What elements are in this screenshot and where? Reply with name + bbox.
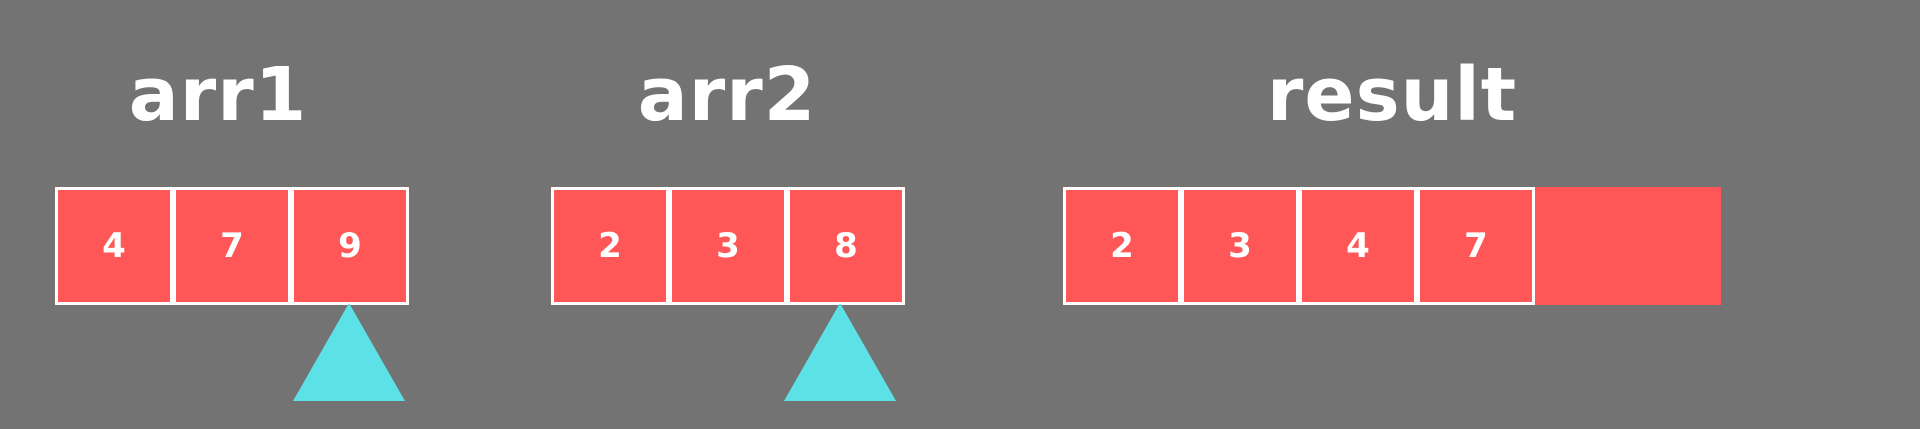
- arr1-cell-1: 7: [173, 187, 291, 305]
- result-cell-3: 7: [1417, 187, 1535, 305]
- merge-diagram: arr1 arr2 result 4 7 9 2 3 8 2 3 4 7: [0, 0, 1920, 429]
- arr2-cell-0: 2: [551, 187, 669, 305]
- result-cell-empty: [1535, 187, 1721, 305]
- arr2-cell-2: 8: [787, 187, 905, 305]
- result-cell-2: 4: [1299, 187, 1417, 305]
- result-title: result: [1266, 52, 1518, 138]
- arr1-title: arr1: [128, 52, 308, 138]
- arr1-pointer-triangle: [293, 303, 405, 401]
- arr2-title: arr2: [637, 52, 817, 138]
- arr1-cell-0: 4: [55, 187, 173, 305]
- arr1-cell-2: 9: [291, 187, 409, 305]
- arr2-cell-1: 3: [669, 187, 787, 305]
- arr2-pointer-triangle: [784, 303, 896, 401]
- result-cell-0: 2: [1063, 187, 1181, 305]
- result-cell-1: 3: [1181, 187, 1299, 305]
